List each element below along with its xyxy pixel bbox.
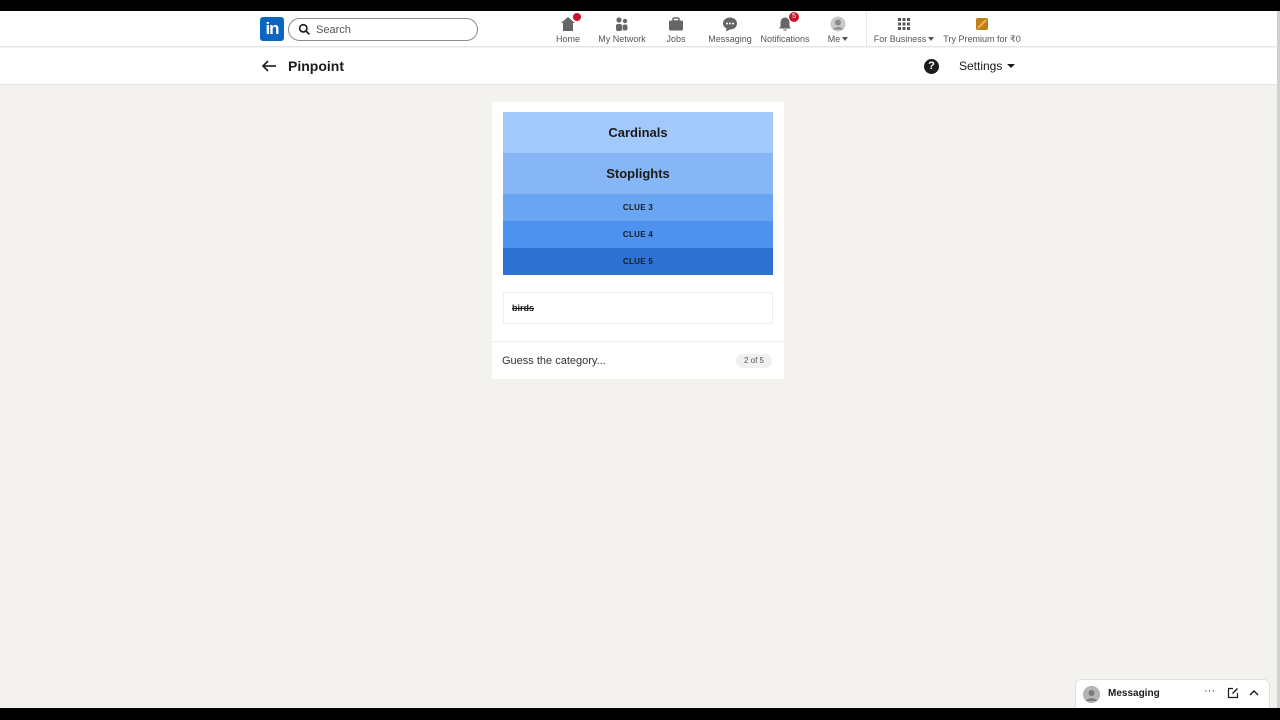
network-icon [613, 15, 631, 33]
messaging-icon [721, 15, 739, 33]
grid-icon [895, 15, 913, 33]
nav-me-label: Me [828, 34, 849, 44]
linkedin-logo-icon[interactable]: in [260, 17, 284, 41]
chevron-down-icon [842, 37, 849, 41]
nav-premium-label: Try Premium for ₹0 [943, 34, 1021, 44]
jobs-icon [667, 15, 685, 33]
guess-input[interactable] [502, 352, 722, 370]
premium-icon [973, 15, 991, 33]
nav-me[interactable]: Me [826, 15, 850, 45]
compose-icon[interactable] [1227, 687, 1239, 699]
nav-my-network-label: My Network [598, 34, 646, 44]
avatar [1083, 686, 1100, 703]
clue-4: CLUE 4 [503, 221, 773, 248]
nav-for-business[interactable]: For Business [874, 15, 935, 45]
avatar-icon [829, 15, 847, 33]
pinpoint-game-card: Cardinals Stoplights CLUE 3 CLUE 4 CLUE … [492, 102, 784, 379]
nav-messaging-label: Messaging [708, 34, 752, 44]
settings-label: Settings [959, 59, 1003, 73]
search-icon [298, 23, 310, 35]
help-icon[interactable]: ? [924, 59, 939, 74]
back-arrow-icon[interactable] [260, 57, 278, 75]
nav-messaging[interactable]: Messaging [708, 15, 752, 45]
nav-home[interactable]: Home [555, 13, 581, 45]
more-options-icon[interactable]: ··· [1204, 685, 1215, 697]
nav-jobs-label: Jobs [666, 34, 686, 44]
nav-notifications[interactable]: 5 Notifications [760, 12, 810, 45]
home-icon [559, 13, 581, 33]
global-nav: in Home My Network [0, 11, 1277, 47]
search-box[interactable] [288, 18, 478, 41]
viewport: in Home My Network [0, 11, 1277, 708]
divider [492, 341, 784, 342]
chevron-down-icon [1007, 64, 1016, 68]
chevron-up-icon[interactable] [1248, 687, 1260, 699]
notifications-badge: 5 [789, 12, 799, 22]
nav-for-business-label: For Business [874, 34, 935, 44]
for-business-text: For Business [873, 34, 927, 44]
clue-stack: Cardinals Stoplights CLUE 3 CLUE 4 CLUE … [503, 112, 773, 275]
nav-premium[interactable]: Try Premium for ₹0 [943, 15, 1021, 45]
clue-3: CLUE 3 [503, 194, 773, 221]
clue-5: CLUE 5 [503, 248, 773, 275]
bell-icon: 5 [776, 12, 799, 33]
previous-guess-text: birds [512, 303, 535, 313]
previous-guess: birds [503, 292, 773, 324]
settings-button[interactable]: Settings [959, 59, 1016, 73]
messaging-label: Messaging [1108, 688, 1160, 699]
home-badge-dot [573, 13, 581, 21]
chevron-down-icon [928, 37, 935, 41]
guess-counter: 2 of 5 [736, 354, 772, 368]
me-label-text: Me [827, 34, 841, 44]
nav-home-label: Home [555, 34, 580, 44]
clue-2: Stoplights [503, 153, 773, 194]
nav-my-network[interactable]: My Network [598, 15, 646, 45]
page-title: Pinpoint [288, 58, 344, 74]
nav-notifications-label: Notifications [760, 34, 810, 44]
nav-divider [866, 11, 867, 47]
game-header: Pinpoint ? Settings [0, 48, 1277, 85]
messaging-overlay[interactable]: Messaging ··· [1075, 679, 1270, 708]
nav-jobs[interactable]: Jobs [664, 15, 688, 45]
clue-1: Cardinals [503, 112, 773, 153]
search-input[interactable] [316, 21, 466, 38]
